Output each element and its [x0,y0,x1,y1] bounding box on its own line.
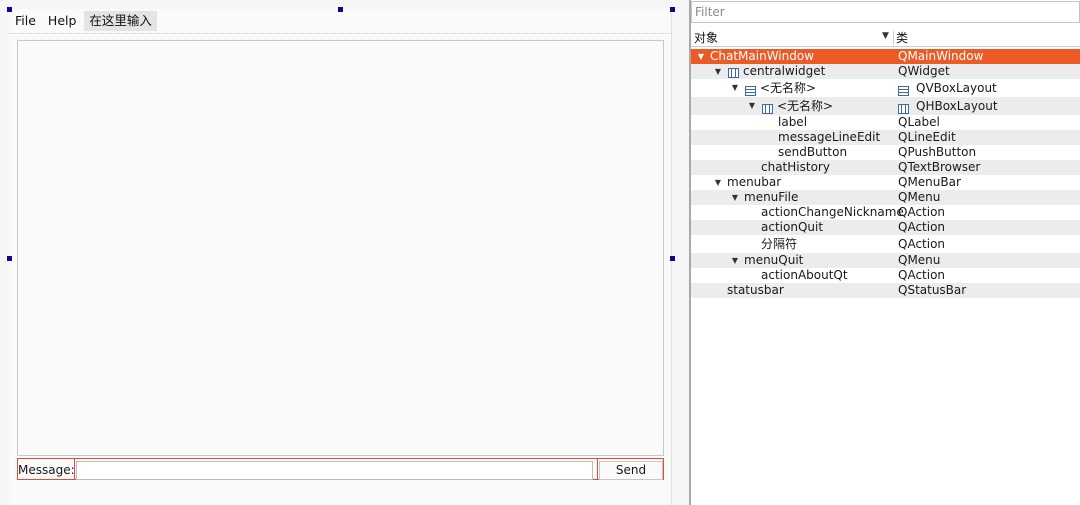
menu-type-here[interactable]: 在这里输入 [84,11,157,31]
tree-object-class: QTextBrowser [898,160,981,174]
resize-handle-middle-left[interactable] [7,256,12,261]
layout-cell-divider [74,459,75,480]
header-divider [893,31,894,45]
tree-object-name: label [778,115,808,129]
vbox-layout-icon [898,83,909,96]
tree-object-class: QAction [898,237,946,251]
hbox-layout-icon [898,101,909,114]
expand-arrow-icon[interactable]: ▼ [713,64,723,79]
menu-help[interactable]: Help [42,11,83,31]
tree-row[interactable]: ▼ <无名称> QVBoxLayout [691,79,1080,97]
tree-object-class: QStatusBar [898,283,967,297]
tree-object-name: sendButton [778,145,848,159]
sort-indicator-icon: ▼ [882,31,889,41]
tree-row[interactable]: ▼ menuQuit QMenu [691,253,1080,268]
hbox-layout-icon [762,101,773,114]
expand-arrow-icon[interactable]: ▼ [747,97,757,115]
tree-row[interactable]: ▼ menubar QMenuBar [691,175,1080,190]
column-header-object[interactable]: 对象 [694,29,892,47]
tree-object-class: QWidget [898,64,950,78]
tree-object-class: QAction [898,268,946,282]
tree-object-name: <无名称> [760,81,817,95]
expand-arrow-icon[interactable]: ▼ [730,79,740,97]
column-header-class[interactable]: 类 [896,29,908,47]
tree-object-class: QAction [898,220,946,234]
resize-handle-top-right[interactable] [670,7,675,12]
tree-object-name: messageLineEdit [778,130,881,144]
tree-object-name: chatHistory [761,160,830,174]
tree-object-name: menuFile [744,190,799,204]
tree-object-name: statusbar [727,283,784,297]
tree-object-name: actionChangeNickname [761,205,904,219]
layout-cell-divider [597,459,598,480]
tree-row[interactable]: ▼ ChatMainWindow QMainWindow [691,49,1080,64]
tree-object-class: QVBoxLayout [916,81,997,95]
tree-object-name: <无名称> [777,99,834,113]
resize-handle-top-center[interactable] [338,7,343,12]
filter-input[interactable]: Filter [691,1,1080,23]
tree-header: 对象 ▼ 类 [691,29,1080,47]
tree-row[interactable]: statusbar QStatusBar [691,283,1080,298]
tree-row[interactable]: chatHistory QTextBrowser [691,160,1080,175]
tree-row[interactable]: actionChangeNickname QAction [691,205,1080,220]
tree-row[interactable]: messageLineEdit QLineEdit [691,130,1080,145]
form-menubar: File Help 在这里输入 [9,11,157,31]
expand-arrow-icon[interactable]: ▼ [730,253,740,268]
tree-row[interactable]: actionQuit QAction [691,220,1080,235]
tree-row[interactable]: sendButton QPushButton [691,145,1080,160]
tree-row[interactable]: 分隔符 QAction [691,235,1080,253]
tree-object-name: actionAboutQt [761,268,848,282]
tree-object-name: centralwidget [743,64,826,78]
object-tree: ▼ ChatMainWindow QMainWindow ▼ centralwidget… [691,49,1080,298]
expand-arrow-icon[interactable]: ▼ [713,175,723,190]
object-inspector: Filter 对象 ▼ 类 ▼ ChatMainWindow QMainWindow… [691,0,1080,505]
tree-object-name: 分隔符 [761,237,798,251]
tree-row[interactable]: ▼ centralwidget QWidget [691,64,1080,79]
vbox-layout-icon [745,83,756,96]
chat-history-textbrowser[interactable] [17,40,664,456]
tree-row[interactable]: actionAboutQt QAction [691,268,1080,283]
tree-object-class: QMainWindow [898,49,984,63]
tree-object-class: QLineEdit [898,130,956,144]
hbox-layout-icon [728,67,739,78]
tree-object-name: ChatMainWindow [710,49,815,63]
tree-row[interactable]: label QLabel [691,115,1080,130]
tree-object-class: QMenuBar [898,175,961,189]
tree-row[interactable]: ▼ <无名称> QHBoxLayout [691,97,1080,115]
message-label: Message: [18,463,75,477]
tree-object-class: QAction [898,205,946,219]
tree-object-name: actionQuit [761,220,824,234]
tree-object-class: QHBoxLayout [916,99,998,113]
menubar-divider [9,33,672,34]
send-button[interactable]: Send [599,461,663,480]
expand-arrow-icon[interactable]: ▼ [696,49,706,64]
tree-object-class: QPushButton [898,145,977,159]
menu-file[interactable]: File [9,11,42,31]
expand-arrow-icon[interactable]: ▼ [730,190,740,205]
tree-object-name: menubar [727,175,782,189]
message-line-edit[interactable] [76,461,593,480]
tree-object-class: QMenu [898,190,941,204]
tree-object-class: QMenu [898,253,941,267]
resize-handle-middle-right[interactable] [670,256,675,261]
tree-row[interactable]: ▼ menuFile QMenu [691,190,1080,205]
designer-canvas: File Help 在这里输入 Message: Send [0,0,689,505]
tree-object-name: menuQuit [744,253,804,267]
tree-object-class: QLabel [898,115,940,129]
